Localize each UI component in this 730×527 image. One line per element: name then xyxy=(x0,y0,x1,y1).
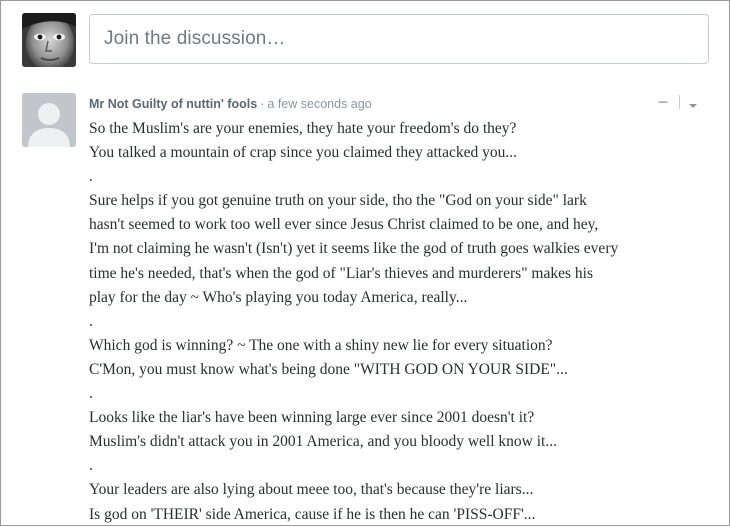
header-divider xyxy=(679,95,680,109)
comment-line: Muslim's didn't attack you in 2001 Ameri… xyxy=(89,433,557,451)
comment-line: play for the day ~ Who's playing you tod… xyxy=(89,288,468,306)
comment-line: . xyxy=(89,385,93,403)
comment-line: . xyxy=(89,312,93,330)
comment-body: So the Muslim's are your enemies, they h… xyxy=(89,117,719,527)
comment-author-name[interactable]: Mr Not Guilty of nuttin' fools xyxy=(89,97,257,111)
comment-line: Your leaders are also lying about meee t… xyxy=(89,481,534,499)
comment-line: Sure helps if you got genuine truth on y… xyxy=(89,192,587,210)
comment-line: hasn't seemed to work too well ever sinc… xyxy=(89,216,599,234)
comment-line: So the Muslim's are your enemies, they h… xyxy=(89,120,517,137)
comment-line: time he's needed, that's when the god of… xyxy=(89,264,593,282)
comment-line: Is god on 'THEIR' side America, cause if… xyxy=(89,505,536,523)
compose-input[interactable]: Join the discussion… xyxy=(89,14,709,64)
comment-line: . xyxy=(89,168,93,186)
comment-line: You talked a mountain of crap since you … xyxy=(89,144,517,162)
comment-line: Looks like the liar's have been winning … xyxy=(89,409,535,427)
chevron-down-icon xyxy=(689,104,697,108)
comment-line: I'm not claiming he wasn't (Isn't) yet i… xyxy=(89,240,619,258)
comment-author-avatar[interactable] xyxy=(22,93,76,147)
comment-header: Mr Not Guilty of nuttin' fools · a few sec… xyxy=(89,96,372,112)
comment-options-button[interactable] xyxy=(686,98,700,108)
default-person-avatar-icon xyxy=(22,93,76,147)
comment-line: . xyxy=(89,457,93,475)
comment-line: Which god is winning? ~ The one with a s… xyxy=(89,336,553,354)
user-photo-avatar-icon xyxy=(22,13,76,67)
meta-separator: · xyxy=(260,97,265,111)
collapse-button[interactable]: − xyxy=(655,93,671,111)
user-avatar[interactable] xyxy=(22,13,76,67)
comment-timestamp[interactable]: a few seconds ago xyxy=(267,97,371,111)
comment-line: C'Mon, you must know what's being done "… xyxy=(89,360,568,378)
compose-placeholder: Join the discussion… xyxy=(104,28,286,49)
